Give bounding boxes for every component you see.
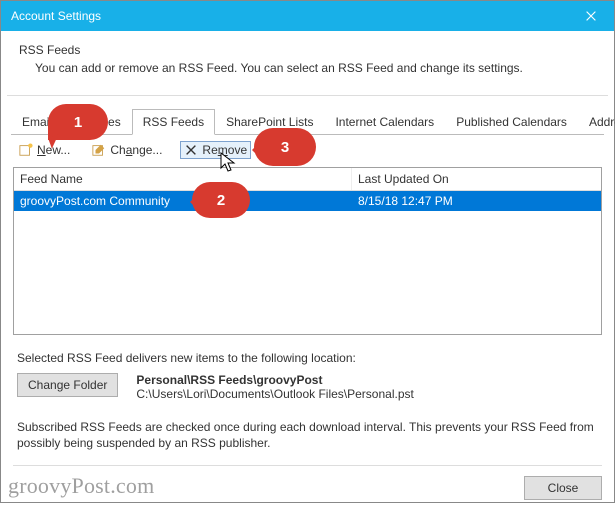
- header-subtitle: You can add or remove an RSS Feed. You c…: [35, 61, 596, 75]
- feed-grid: Feed Name Last Updated On groovyPost.com…: [13, 167, 602, 335]
- delivery-text: Selected RSS Feed delivers new items to …: [17, 351, 598, 365]
- col-feed-name[interactable]: Feed Name: [14, 168, 352, 190]
- dialog-footer: Close: [13, 465, 602, 512]
- tab-email[interactable]: Email: [11, 109, 63, 135]
- grid-header: Feed Name Last Updated On: [14, 168, 601, 191]
- tab-internet-calendars[interactable]: Internet Calendars: [324, 109, 445, 135]
- tab-rss-feeds[interactable]: RSS Feeds: [132, 109, 215, 135]
- separator: [7, 95, 608, 96]
- window-close-button[interactable]: [568, 1, 614, 31]
- tab-data-files-partial[interactable]: es: [97, 109, 132, 135]
- tab-sharepoint-lists[interactable]: SharePoint Lists: [215, 109, 324, 135]
- tab-strip: Email es RSS Feeds SharePoint Lists Inte…: [11, 108, 614, 134]
- change-folder-button[interactable]: Change Folder: [17, 373, 118, 397]
- window-title: Account Settings: [11, 9, 101, 23]
- cell-feed-name: groovyPost.com Community: [14, 191, 352, 211]
- title-bar: Account Settings: [1, 1, 614, 31]
- remove-icon: [184, 143, 198, 157]
- tab-address-books[interactable]: Address Books: [578, 109, 615, 135]
- cell-last-updated: 8/15/18 12:47 PM: [352, 191, 601, 211]
- delivery-location: Personal\RSS Feeds\groovyPost C:\Users\L…: [136, 373, 413, 401]
- toolbar: NNew...ew... Change... Remove: [1, 135, 614, 165]
- feed-row-selected[interactable]: groovyPost.com Community 8/15/18 12:47 P…: [14, 191, 601, 211]
- folder-file: C:\Users\Lori\Documents\Outlook Files\Pe…: [136, 387, 413, 401]
- close-button[interactable]: Close: [524, 476, 602, 500]
- dialog-header: RSS Feeds You can add or remove an RSS F…: [1, 31, 614, 91]
- subscribe-note: Subscribed RSS Feeds are checked once du…: [1, 407, 614, 455]
- change-feed-icon: [92, 143, 106, 157]
- new-button[interactable]: NNew...ew...: [15, 141, 74, 159]
- delivery-section: Selected RSS Feed delivers new items to …: [1, 337, 614, 407]
- col-last-updated[interactable]: Last Updated On: [352, 168, 601, 190]
- change-button[interactable]: Change...: [88, 141, 166, 159]
- tab-published-calendars[interactable]: Published Calendars: [445, 109, 578, 135]
- folder-path: Personal\RSS Feeds\groovyPost: [136, 373, 322, 387]
- remove-button[interactable]: Remove: [180, 141, 251, 159]
- header-title: RSS Feeds: [19, 43, 596, 57]
- new-feed-icon: [19, 143, 33, 157]
- close-icon: [584, 9, 598, 23]
